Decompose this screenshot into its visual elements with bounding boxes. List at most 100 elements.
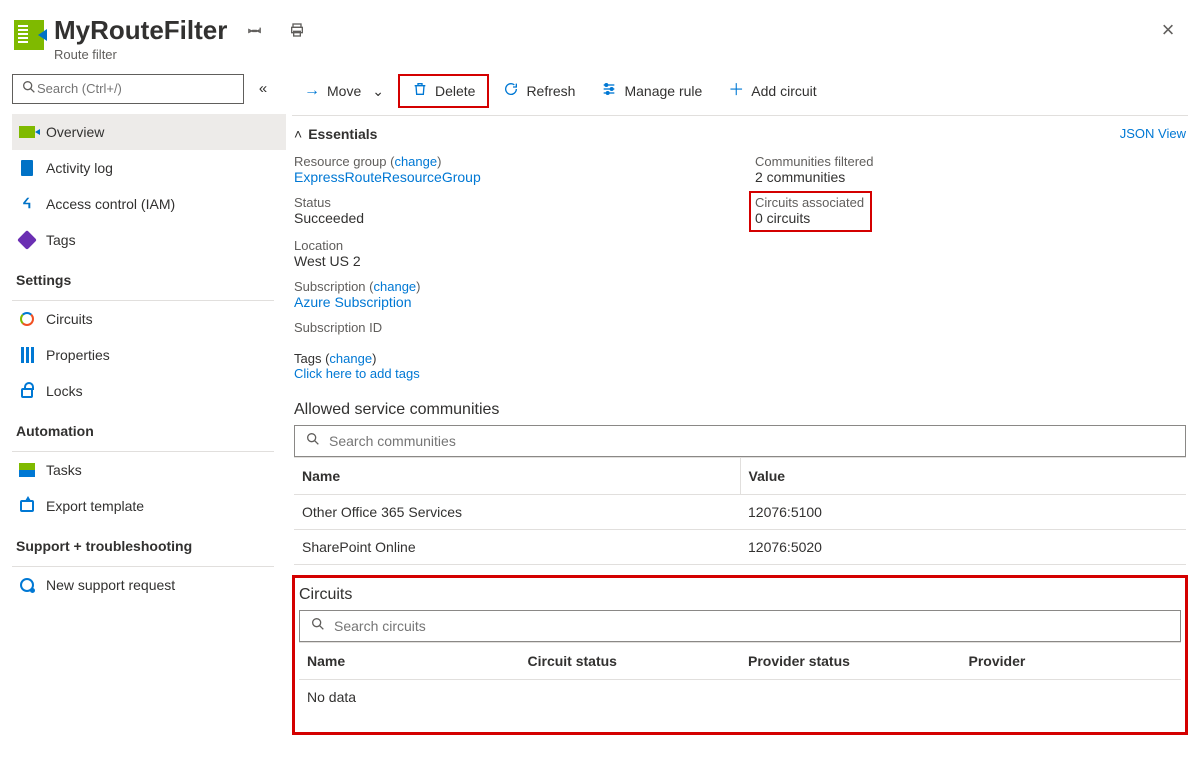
sidebar-item-properties[interactable]: Properties <box>12 337 286 373</box>
sidebar-item-new-support-request[interactable]: New support request <box>12 567 286 603</box>
status-value: Succeeded <box>294 210 725 226</box>
location-label: Location <box>294 238 725 253</box>
tags-row: Tags (change) Click here to add tags <box>292 343 1188 387</box>
status-label: Status <box>294 195 725 210</box>
search-icon <box>305 431 321 450</box>
no-data-cell: No data <box>299 679 1181 714</box>
communities-table: Name Value Other Office 365 Services 120… <box>294 457 1186 565</box>
section-support: Support + troubleshooting <box>12 524 286 560</box>
delete-button[interactable]: Delete <box>398 74 489 108</box>
change-tags-link[interactable]: change <box>329 351 372 366</box>
essentials-header[interactable]: ˄ Essentials JSON View <box>292 116 1188 150</box>
sidebar-item-export-template[interactable]: Export template <box>12 488 286 524</box>
sidebar-item-tasks[interactable]: Tasks <box>12 452 286 488</box>
change-resource-group-link[interactable]: change <box>394 154 437 169</box>
export-icon <box>18 497 36 515</box>
refresh-button[interactable]: Refresh <box>491 74 587 108</box>
route-filter-icon <box>14 20 44 50</box>
properties-icon <box>18 346 36 364</box>
support-icon <box>18 576 36 594</box>
sidebar-item-label: Access control (IAM) <box>46 196 175 212</box>
search-icon <box>310 616 326 635</box>
sidebar: « Overview Activity log ᔦ Access control… <box>0 68 286 775</box>
communities-title: Allowed service communities <box>292 387 1188 425</box>
col-circuit-status[interactable]: Circuit status <box>520 642 741 679</box>
sidebar-item-tags[interactable]: Tags <box>12 222 286 258</box>
sidebar-item-iam[interactable]: ᔦ Access control (IAM) <box>12 186 286 222</box>
table-row[interactable]: SharePoint Online 12076:5020 <box>294 529 1186 564</box>
chevron-up-icon: ˄ <box>294 126 302 142</box>
manage-rule-button[interactable]: Manage rule <box>589 74 714 108</box>
trash-icon <box>412 81 428 101</box>
sidebar-item-circuits[interactable]: Circuits <box>12 301 286 337</box>
sidebar-item-activity-log[interactable]: Activity log <box>12 150 286 186</box>
move-button[interactable]: → Move <box>292 74 396 108</box>
locks-icon <box>18 382 36 400</box>
add-circuit-button[interactable]: ＋ Add circuit <box>716 74 828 108</box>
circuits-associated-value: 0 circuits <box>755 210 864 226</box>
col-name[interactable]: Name <box>299 642 520 679</box>
section-automation: Automation <box>12 409 286 445</box>
circuits-associated-callout: Circuits associated 0 circuits <box>749 191 872 232</box>
col-provider-status[interactable]: Provider status <box>740 642 961 679</box>
title-block: MyRouteFilter Route filter <box>54 16 1154 62</box>
refresh-icon <box>503 81 519 101</box>
subscription-label: Subscription (change) <box>294 279 725 294</box>
communities-search[interactable] <box>294 425 1186 457</box>
essentials-grid: Resource group (change) ExpressRouteReso… <box>292 150 1188 343</box>
button-label: Manage rule <box>624 83 702 99</box>
no-data-row: No data <box>299 679 1181 714</box>
subscription-value[interactable]: Azure Subscription <box>294 294 412 310</box>
sidebar-item-label: Properties <box>46 347 110 363</box>
add-tags-link[interactable]: Click here to add tags <box>294 366 420 381</box>
cell-value: 12076:5100 <box>740 494 1186 529</box>
sidebar-search-input[interactable] <box>37 81 235 96</box>
cell-name: SharePoint Online <box>294 529 740 564</box>
circuits-search-input[interactable] <box>334 618 1170 634</box>
tasks-icon <box>18 461 36 479</box>
pin-icon[interactable] <box>241 16 269 44</box>
resource-group-value[interactable]: ExpressRouteResourceGroup <box>294 169 481 185</box>
table-row[interactable]: Other Office 365 Services 12076:5100 <box>294 494 1186 529</box>
sidebar-item-label: Activity log <box>46 160 113 176</box>
circuits-table: Name Circuit status Provider status Prov… <box>299 642 1181 714</box>
circuits-associated-label: Circuits associated <box>755 195 864 210</box>
sidebar-item-label: Locks <box>46 383 83 399</box>
json-view-link[interactable]: JSON View <box>1120 126 1186 141</box>
communities-search-input[interactable] <box>329 433 1175 449</box>
col-provider[interactable]: Provider <box>961 642 1182 679</box>
close-icon[interactable]: × <box>1154 16 1182 44</box>
location-value: West US 2 <box>294 253 725 269</box>
button-label: Move <box>327 83 361 99</box>
sidebar-item-locks[interactable]: Locks <box>12 373 286 409</box>
search-icon <box>21 79 37 98</box>
overview-icon <box>18 123 36 141</box>
print-icon[interactable] <box>283 16 311 44</box>
circuits-callout: Circuits Name Circuit status Provider st… <box>292 575 1188 735</box>
collapse-sidebar-icon[interactable]: « <box>250 80 276 97</box>
col-name[interactable]: Name <box>294 457 740 494</box>
circuits-title: Circuits <box>297 582 1183 610</box>
tags-label: Tags <box>294 351 321 366</box>
sidebar-item-overview[interactable]: Overview <box>12 114 286 150</box>
page-header: MyRouteFilter Route filter × <box>0 0 1200 68</box>
col-value[interactable]: Value <box>740 457 1186 494</box>
communities-filtered-label: Communities filtered <box>755 154 1186 169</box>
circuits-icon <box>18 310 36 328</box>
subscription-id-label: Subscription ID <box>294 320 725 335</box>
section-settings: Settings <box>12 258 286 294</box>
sidebar-item-label: Tasks <box>46 462 82 478</box>
iam-icon: ᔦ <box>18 195 36 213</box>
plus-icon: ＋ <box>728 83 744 99</box>
essentials-label: Essentials <box>308 126 377 142</box>
move-arrow-icon: → <box>304 83 320 99</box>
resource-type-label: Route filter <box>54 47 1154 62</box>
sidebar-search[interactable] <box>12 74 244 104</box>
button-label: Refresh <box>526 83 575 99</box>
cell-name: Other Office 365 Services <box>294 494 740 529</box>
circuits-search[interactable] <box>299 610 1181 642</box>
page-title: MyRouteFilter <box>54 16 227 45</box>
change-subscription-link[interactable]: change <box>374 279 417 294</box>
button-label: Delete <box>435 83 475 99</box>
sidebar-item-label: Export template <box>46 498 144 514</box>
